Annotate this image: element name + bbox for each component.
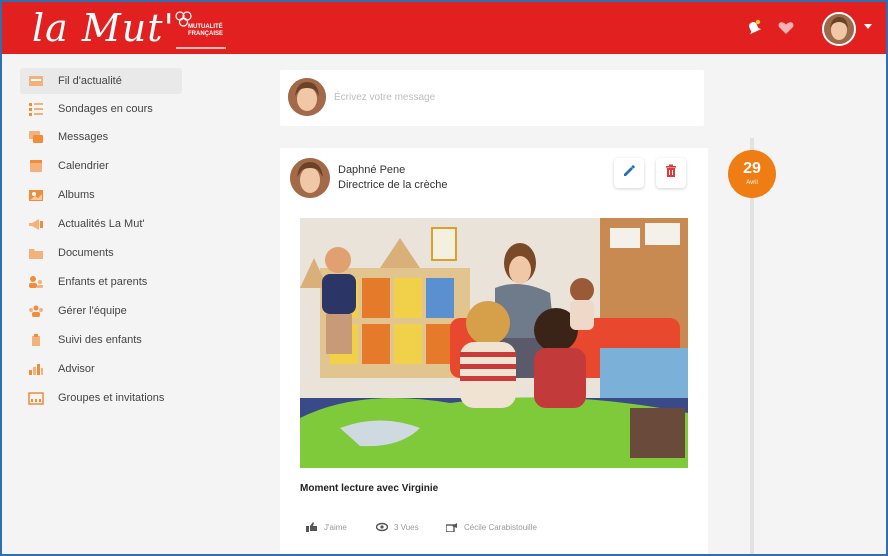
news-feed-icon (28, 74, 44, 88)
children-parents-icon (28, 275, 44, 289)
sidebar-item-documents[interactable]: Documents (20, 240, 182, 266)
like-label: J'aime (324, 522, 347, 532)
views-label: 3 Vues (394, 522, 419, 532)
sidebar-item-enfants-parents[interactable]: Enfants et parents (20, 269, 182, 295)
sidebar-item-gerer-equipe[interactable]: Gérer l'équipe (20, 298, 182, 324)
sidebar-item-label: Documents (58, 247, 114, 259)
share-icon (446, 523, 457, 532)
share-label: Cécile Carabistouille (464, 522, 537, 532)
message-composer[interactable]: Écrivez votre message (280, 70, 704, 126)
sidebar: Fil d'actualité Sondages en cours Messag… (2, 54, 198, 554)
date-month: Avril (746, 180, 758, 186)
pencil-icon (622, 164, 636, 183)
post-card: Daphné Pene Directrice de la crèche Mome… (280, 148, 708, 554)
like-button[interactable]: J'aime (306, 522, 347, 532)
sidebar-item-messages[interactable]: Messages (20, 124, 182, 150)
sidebar-item-label: Enfants et parents (58, 276, 148, 288)
app-logo[interactable]: la Mut' (32, 6, 175, 50)
documents-icon (28, 246, 44, 260)
sidebar-item-label: Fil d'actualité (58, 75, 122, 87)
views-count: 3 Vues (376, 522, 419, 532)
trash-icon (664, 164, 678, 183)
sidebar-item-label: Groupes et invitations (58, 392, 165, 404)
sidebar-item-fil-actualite[interactable]: Fil d'actualité (20, 68, 182, 94)
sidebar-item-groupes[interactable]: Groupes et invitations (20, 385, 182, 411)
top-bar: la Mut' Mutualité Française (2, 2, 886, 54)
sidebar-item-albums[interactable]: Albums (20, 182, 182, 208)
post-author-role: Directrice de la crèche (338, 179, 448, 191)
child-tracking-icon (28, 333, 44, 347)
sidebar-item-label: Actualités La Mut' (58, 218, 145, 230)
sidebar-item-advisor[interactable]: Advisor (20, 356, 182, 382)
delete-button[interactable] (656, 158, 686, 188)
thumbs-up-icon (306, 522, 317, 532)
groups-icon (28, 391, 44, 405)
message-input-placeholder[interactable]: Écrivez votre message (334, 92, 435, 103)
eye-icon (376, 522, 388, 532)
sidebar-item-label: Albums (58, 189, 95, 201)
edit-button[interactable] (614, 158, 644, 188)
polls-icon (28, 102, 44, 116)
announcements-icon (28, 217, 44, 231)
messages-icon (28, 130, 44, 144)
date-badge: 29 Avril (728, 150, 776, 198)
app-window: la Mut' Mutualité Française (0, 0, 888, 556)
date-day: 29 (743, 160, 761, 177)
sidebar-item-suivi-enfants[interactable]: Suivi des enfants (20, 327, 182, 353)
sidebar-item-sondages[interactable]: Sondages en cours (20, 96, 182, 122)
sidebar-item-label: Gérer l'équipe (58, 305, 127, 317)
sidebar-item-label: Calendrier (58, 160, 109, 172)
sidebar-item-label: Sondages en cours (58, 103, 153, 115)
team-icon (28, 304, 44, 318)
timeline-line (750, 138, 754, 554)
sidebar-item-calendrier[interactable]: Calendrier (20, 153, 182, 179)
sidebar-item-label: Advisor (58, 363, 95, 375)
partner-logo-text: Mutualité Française (188, 24, 224, 37)
post-author-name[interactable]: Daphné Pene (338, 164, 405, 176)
composer-avatar (288, 78, 326, 116)
user-avatar[interactable] (822, 12, 856, 46)
heart-icon[interactable] (776, 18, 796, 38)
author-avatar[interactable] (290, 158, 330, 198)
partner-logo: Mutualité Française (172, 10, 230, 50)
post-caption: Moment lecture avec Virginie (300, 483, 439, 494)
albums-icon (28, 188, 44, 202)
post-photo[interactable] (300, 218, 688, 468)
chevron-down-icon[interactable] (864, 24, 872, 29)
share-button[interactable]: Cécile Carabistouille (446, 522, 537, 532)
sidebar-item-label: Suivi des enfants (58, 334, 142, 346)
bell-icon[interactable] (744, 18, 764, 38)
advisor-icon (28, 362, 44, 376)
calendar-icon (28, 159, 44, 173)
sidebar-item-actualites[interactable]: Actualités La Mut' (20, 211, 182, 237)
sidebar-item-label: Messages (58, 131, 109, 143)
